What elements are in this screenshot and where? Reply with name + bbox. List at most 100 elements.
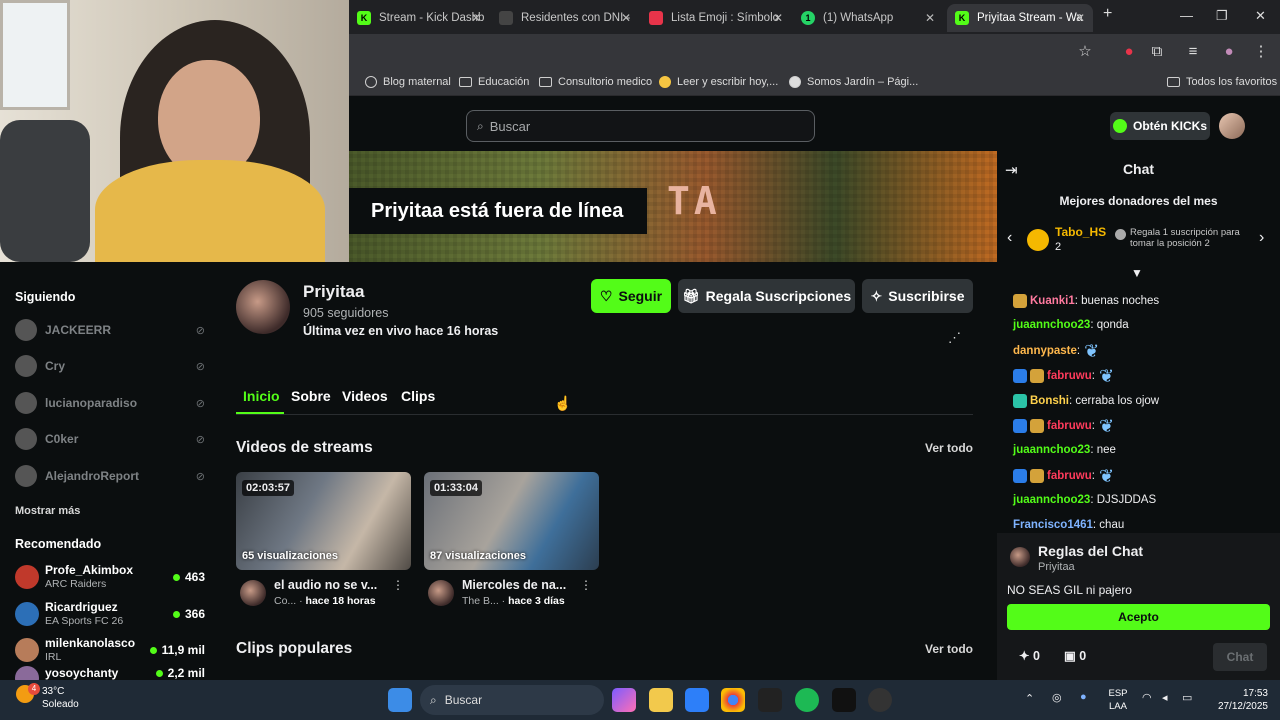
channel-avatar[interactable]: [236, 280, 290, 334]
tab-inicio[interactable]: Inicio: [243, 388, 280, 404]
minimize-icon[interactable]: —: [1180, 8, 1193, 23]
bookmark-item[interactable]: Consultorio medico: [539, 76, 652, 88]
more-options-icon[interactable]: ⋮: [392, 578, 404, 592]
active-tab-indicator: [236, 412, 284, 414]
video-title[interactable]: el audio no se v...: [274, 578, 384, 592]
sidebar-item-following[interactable]: JACKEERR ⊘: [15, 316, 205, 344]
maximize-icon[interactable]: ❐: [1216, 8, 1228, 24]
new-tab-icon[interactable]: +: [1103, 5, 1112, 23]
bookmark-item[interactable]: Leer y escribir hoy,...: [659, 76, 778, 88]
chevron-left-icon[interactable]: ‹: [1007, 229, 1012, 247]
sidebar-item-following[interactable]: Cry ⊘: [15, 352, 205, 380]
kicks-counter[interactable]: ✦ 0: [1019, 648, 1040, 663]
search-input[interactable]: ⌕ Buscar: [466, 110, 815, 142]
get-kicks-button[interactable]: Obtén KICKs: [1110, 112, 1210, 140]
battery-icon[interactable]: ▭: [1182, 691, 1192, 704]
puzzle-icon[interactable]: ⧉: [1148, 43, 1166, 61]
video-category: The B...: [462, 595, 499, 607]
clock[interactable]: 17:53 27/12/2025: [1212, 687, 1268, 713]
menu-icon[interactable]: ⋮: [1252, 43, 1270, 61]
gifts-counter[interactable]: ▣ 0: [1064, 648, 1086, 663]
close-icon[interactable]: ✕: [471, 11, 481, 25]
capcut-icon[interactable]: [832, 688, 856, 712]
butterfly-emote-icon: ❦: [1098, 416, 1115, 436]
chat-username[interactable]: juaannchoo23: [1013, 319, 1090, 331]
volume-icon[interactable]: ◂: [1162, 691, 1168, 704]
sidebar-item-following[interactable]: C0ker ⊘: [15, 425, 205, 453]
close-icon[interactable]: ✕: [925, 11, 935, 25]
more-options-icon[interactable]: ⋮: [580, 578, 592, 592]
chat-username[interactable]: Bonshi: [1030, 395, 1069, 407]
sidebar-item-following[interactable]: lucianoparadiso ⊘: [15, 389, 205, 417]
video-thumbnail[interactable]: 02:03:57 65 visualizaciones: [236, 472, 411, 570]
sidebar-item-following[interactable]: AlejandroReport ⊘: [15, 462, 205, 490]
profile-icon[interactable]: ●: [1220, 43, 1238, 61]
bookmark-item[interactable]: Somos Jardín – Pági...: [789, 76, 918, 88]
chrome-icon[interactable]: [721, 688, 745, 712]
tab-videos[interactable]: Videos: [342, 388, 388, 404]
chat-username[interactable]: fabruwu: [1047, 470, 1092, 482]
follow-label: Seguir: [618, 288, 663, 304]
language-indicator[interactable]: ESP LAA: [1106, 687, 1130, 713]
avatar[interactable]: [1219, 113, 1245, 139]
epic-games-icon[interactable]: [758, 688, 782, 712]
chat-username[interactable]: dannypaste: [1013, 345, 1077, 357]
windows-start-icon[interactable]: [388, 688, 412, 712]
sidebar-item-recommended[interactable]: milenkanolasco IRL 11,9 mil: [15, 632, 205, 668]
sidebar-item-recommended[interactable]: yosoychanty 2,2 mil: [15, 666, 205, 680]
sidebar-item-recommended[interactable]: Ricardriguez EA Sports FC 26 366: [15, 596, 205, 632]
close-icon[interactable]: ✕: [1075, 11, 1085, 25]
follow-button[interactable]: ♡ Seguir: [591, 279, 671, 313]
accept-rules-button[interactable]: Acepto: [1007, 604, 1270, 630]
spotify-icon[interactable]: [795, 688, 819, 712]
app-icon[interactable]: [685, 688, 709, 712]
show-more-link[interactable]: Mostrar más: [15, 505, 80, 517]
chat-username[interactable]: Kuanki1: [1030, 295, 1075, 307]
filter-icon[interactable]: ▼: [1131, 268, 1143, 280]
wifi-icon[interactable]: ◠: [1142, 691, 1152, 704]
mic-icon[interactable]: ●: [1080, 691, 1087, 703]
close-icon[interactable]: ✕: [773, 11, 783, 25]
bookmark-item[interactable]: Blog maternal: [365, 76, 451, 88]
chat-username[interactable]: Francisco1461: [1013, 519, 1093, 530]
sidebar-item-recommended[interactable]: Profe_Akimbox ARC Raiders 463: [15, 559, 205, 595]
video-card[interactable]: 01:33:04 87 visualizaciones Miercoles de…: [424, 472, 599, 608]
chat-username[interactable]: juaannchoo23: [1013, 444, 1090, 456]
see-all-videos-link[interactable]: Ver todo: [925, 441, 973, 455]
video-thumbnail[interactable]: 01:33:04 87 visualizaciones: [424, 472, 599, 570]
chat-send-button[interactable]: Chat: [1213, 643, 1267, 671]
chevron-right-icon[interactable]: ›: [1259, 229, 1264, 247]
browser-tab[interactable]: K Stream - Kick Dashb ✕: [349, 4, 489, 32]
browser-tab[interactable]: Lista Emoji : Símbolo ✕: [641, 4, 791, 32]
share-icon[interactable]: ⋰: [948, 330, 961, 346]
tab-sobre[interactable]: Sobre: [291, 388, 331, 404]
star-icon[interactable]: ☆: [1076, 43, 1094, 61]
extension-icon[interactable]: ●: [1120, 43, 1138, 61]
weather-widget[interactable]: 33°C Soleado: [42, 685, 79, 711]
browser-tab[interactable]: 1 (1) WhatsApp ✕: [793, 4, 943, 32]
browser-tab[interactable]: Residentes con DNI - ✕: [491, 4, 639, 32]
browser-tab-active[interactable]: K Priyitaa Stream - Wa ✕: [947, 4, 1093, 32]
video-card[interactable]: 02:03:57 65 visualizaciones el audio no …: [236, 472, 411, 608]
all-bookmarks[interactable]: Todos los favoritos: [1167, 76, 1277, 88]
bookmark-item[interactable]: Educación: [459, 76, 529, 88]
copilot-icon[interactable]: [612, 688, 636, 712]
tab-clips[interactable]: Clips: [401, 388, 435, 404]
chat-username[interactable]: fabruwu: [1047, 420, 1092, 432]
see-all-clips-link[interactable]: Ver todo: [925, 642, 973, 656]
file-explorer-icon[interactable]: [649, 688, 673, 712]
network-tray-icon[interactable]: ◎: [1052, 691, 1062, 704]
taskbar-search[interactable]: ⌕ Buscar: [420, 685, 604, 715]
donor-cta[interactable]: Regala 1 suscripción para tomar la posic…: [1130, 227, 1246, 249]
obs-icon[interactable]: [868, 688, 892, 712]
media-icon[interactable]: ≡: [1184, 43, 1202, 61]
close-window-icon[interactable]: ✕: [1255, 8, 1266, 24]
video-title[interactable]: Miercoles de na...: [462, 578, 572, 592]
close-icon[interactable]: ✕: [621, 11, 631, 25]
chat-username[interactable]: juaannchoo23: [1013, 494, 1090, 506]
smile-icon: [659, 76, 671, 88]
chevron-up-icon[interactable]: ⌃: [1025, 692, 1034, 705]
chat-username[interactable]: fabruwu: [1047, 370, 1092, 382]
subscribe-button[interactable]: ✧ Suscribirse: [862, 279, 973, 313]
gift-subs-button[interactable]: 🎁︎ Regala Suscripciones: [678, 279, 855, 313]
